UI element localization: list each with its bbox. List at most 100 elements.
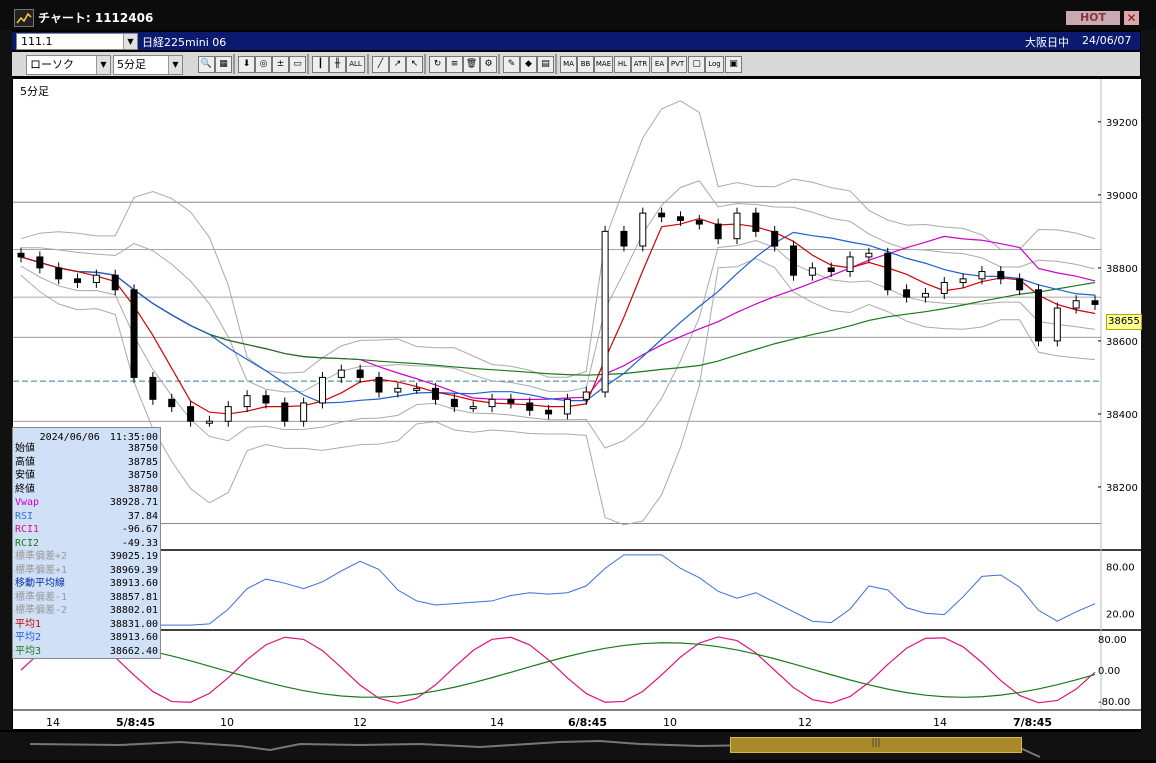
log-button[interactable]: Log bbox=[705, 56, 724, 73]
palette-icon[interactable]: ◆ bbox=[520, 56, 537, 73]
symbol-select[interactable]: 111.1 ▼ bbox=[16, 33, 138, 50]
x-tick-label: 14 bbox=[46, 716, 60, 729]
data-window-value: 38857.81 bbox=[109, 591, 158, 603]
export-icon[interactable]: ▣ bbox=[725, 56, 742, 73]
x-tick-label: 10 bbox=[663, 716, 677, 729]
data-window-label: 標準偏差+1 bbox=[15, 564, 68, 576]
current-date: 24/06/07 bbox=[1082, 34, 1132, 47]
chevron-down-icon[interactable]: ▼ bbox=[123, 34, 137, 49]
data-window-label: 標準偏差-2 bbox=[15, 605, 68, 616]
bb-button[interactable]: BB bbox=[577, 56, 594, 73]
data-window-timestamp: 2024/06/06 11:35:00 bbox=[39, 432, 158, 443]
hl-button[interactable]: HL bbox=[614, 56, 631, 73]
data-window-label: 高値 bbox=[15, 456, 35, 468]
title-bar bbox=[0, 0, 1156, 30]
pvt-button[interactable]: PVT bbox=[668, 56, 687, 73]
candle-body bbox=[55, 267, 63, 280]
candle-icon[interactable]: ┃ bbox=[312, 56, 329, 73]
data-window-value: 38969.39 bbox=[109, 564, 158, 576]
data-window-row: 平均2 38913.60 bbox=[15, 631, 158, 644]
candle-body bbox=[432, 387, 440, 400]
candle-body bbox=[752, 212, 760, 232]
data-window-row: 高値 38785 bbox=[15, 456, 158, 469]
candle-body bbox=[997, 271, 1005, 280]
price-tick-label: 38400 bbox=[1106, 410, 1138, 421]
candle-body bbox=[187, 406, 195, 422]
ma-button[interactable]: MA bbox=[560, 56, 577, 73]
candle-body bbox=[1034, 289, 1042, 342]
atr-button[interactable]: ATR bbox=[631, 56, 650, 73]
candle-body bbox=[74, 278, 82, 283]
trend-icon[interactable]: ↗ bbox=[389, 56, 406, 73]
data-window-row: 標準偏差-2 38802.01 bbox=[15, 604, 158, 617]
chart-area[interactable]: 39200 39000 38800 38600 38400 38200 80.00 20.00… bbox=[13, 79, 1141, 729]
scroll-grip-icon[interactable]: ||| bbox=[870, 738, 882, 750]
vol-icon[interactable]: ▤ bbox=[537, 56, 554, 73]
candle-body bbox=[959, 278, 967, 283]
grid-icon[interactable]: ▦ bbox=[215, 56, 232, 73]
rsi-tick-label: 80.00 bbox=[1106, 563, 1135, 574]
candle-body bbox=[205, 420, 213, 424]
draw-line-icon[interactable]: ╱ bbox=[372, 56, 389, 73]
data-window-value: 38831.00 bbox=[109, 618, 158, 630]
x-tick-label: 14 bbox=[490, 716, 504, 729]
zoom-icon[interactable]: 🔍 bbox=[198, 56, 215, 73]
close-button[interactable]: ✕ bbox=[1124, 11, 1139, 25]
data-window-value: 38802.01 bbox=[109, 605, 158, 616]
window-icon[interactable]: ▢ bbox=[688, 56, 705, 73]
hot-button[interactable]: HOT bbox=[1066, 11, 1120, 25]
all-button[interactable]: ALL bbox=[346, 56, 365, 73]
candle-body bbox=[620, 230, 628, 247]
cursor-icon[interactable]: ↖ bbox=[406, 56, 423, 73]
left-frame bbox=[0, 30, 12, 730]
toolbar-separator bbox=[424, 54, 426, 74]
data-window-row: Vwap 38928.71 bbox=[15, 496, 158, 509]
toolbar-separator bbox=[307, 54, 309, 74]
candle-body bbox=[243, 395, 251, 408]
fraction-icon[interactable]: ± bbox=[272, 56, 289, 73]
brush-icon[interactable]: ✎ bbox=[503, 56, 520, 73]
mae-button[interactable]: MAE bbox=[594, 56, 613, 73]
candle-body bbox=[978, 271, 986, 280]
price-tick-label: 38200 bbox=[1106, 483, 1138, 494]
candle-body bbox=[394, 387, 402, 393]
note-icon[interactable]: ≡ bbox=[446, 56, 463, 73]
candle-body bbox=[714, 223, 722, 240]
market-name: 大阪日中 bbox=[1025, 36, 1069, 49]
data-window-value: -96.67 bbox=[121, 524, 158, 535]
price-chart[interactable]: 39200 39000 38800 38600 38400 38200 80.00 20.00… bbox=[13, 79, 1141, 729]
period-select[interactable]: 5分足 ▼ bbox=[113, 55, 183, 75]
ea-button[interactable]: EA bbox=[651, 56, 668, 73]
rotate-icon[interactable]: ↻ bbox=[429, 56, 446, 73]
candle-body bbox=[300, 402, 308, 422]
target-icon[interactable]: ◎ bbox=[255, 56, 272, 73]
down-arrow-icon[interactable]: ⬇ bbox=[238, 56, 255, 73]
chevron-down-icon[interactable]: ▼ bbox=[96, 56, 110, 74]
bar-icon[interactable]: ╫ bbox=[329, 56, 346, 73]
data-window-label: 始値 bbox=[15, 443, 35, 454]
data-window-row: 移動平均線 38913.60 bbox=[15, 577, 158, 590]
chart-type-select[interactable]: ローソク ▼ bbox=[26, 55, 111, 75]
data-window-row: 平均1 38831.00 bbox=[15, 618, 158, 631]
price-tick-label: 38600 bbox=[1106, 337, 1138, 348]
candle-body bbox=[771, 230, 779, 247]
data-window-value: 38913.60 bbox=[109, 632, 158, 643]
data-window-value: 38780 bbox=[127, 483, 158, 495]
candle-body bbox=[526, 402, 534, 411]
x-tick-label: 6/8:45 bbox=[568, 716, 607, 729]
chevron-down-icon[interactable]: ▼ bbox=[168, 56, 182, 74]
x-tick-label: 10 bbox=[220, 716, 234, 729]
data-window-value: 38662.40 bbox=[109, 645, 158, 657]
candle-body bbox=[224, 406, 232, 422]
rci-tick-label: 80.00 bbox=[1098, 635, 1127, 646]
memo-icon[interactable]: ▭ bbox=[289, 56, 306, 73]
candle-body bbox=[1091, 300, 1099, 305]
candle-body bbox=[111, 274, 119, 291]
candle-body bbox=[281, 402, 289, 422]
trash-icon[interactable]: 🗑 bbox=[463, 56, 480, 73]
data-window-value: 37.84 bbox=[127, 510, 158, 522]
candle-body bbox=[413, 387, 421, 391]
data-window-row: 標準偏差+1 38969.39 bbox=[15, 564, 158, 577]
data-window-row: 始値 38750 bbox=[15, 442, 158, 455]
gear-icon[interactable]: ⚙ bbox=[480, 56, 497, 73]
